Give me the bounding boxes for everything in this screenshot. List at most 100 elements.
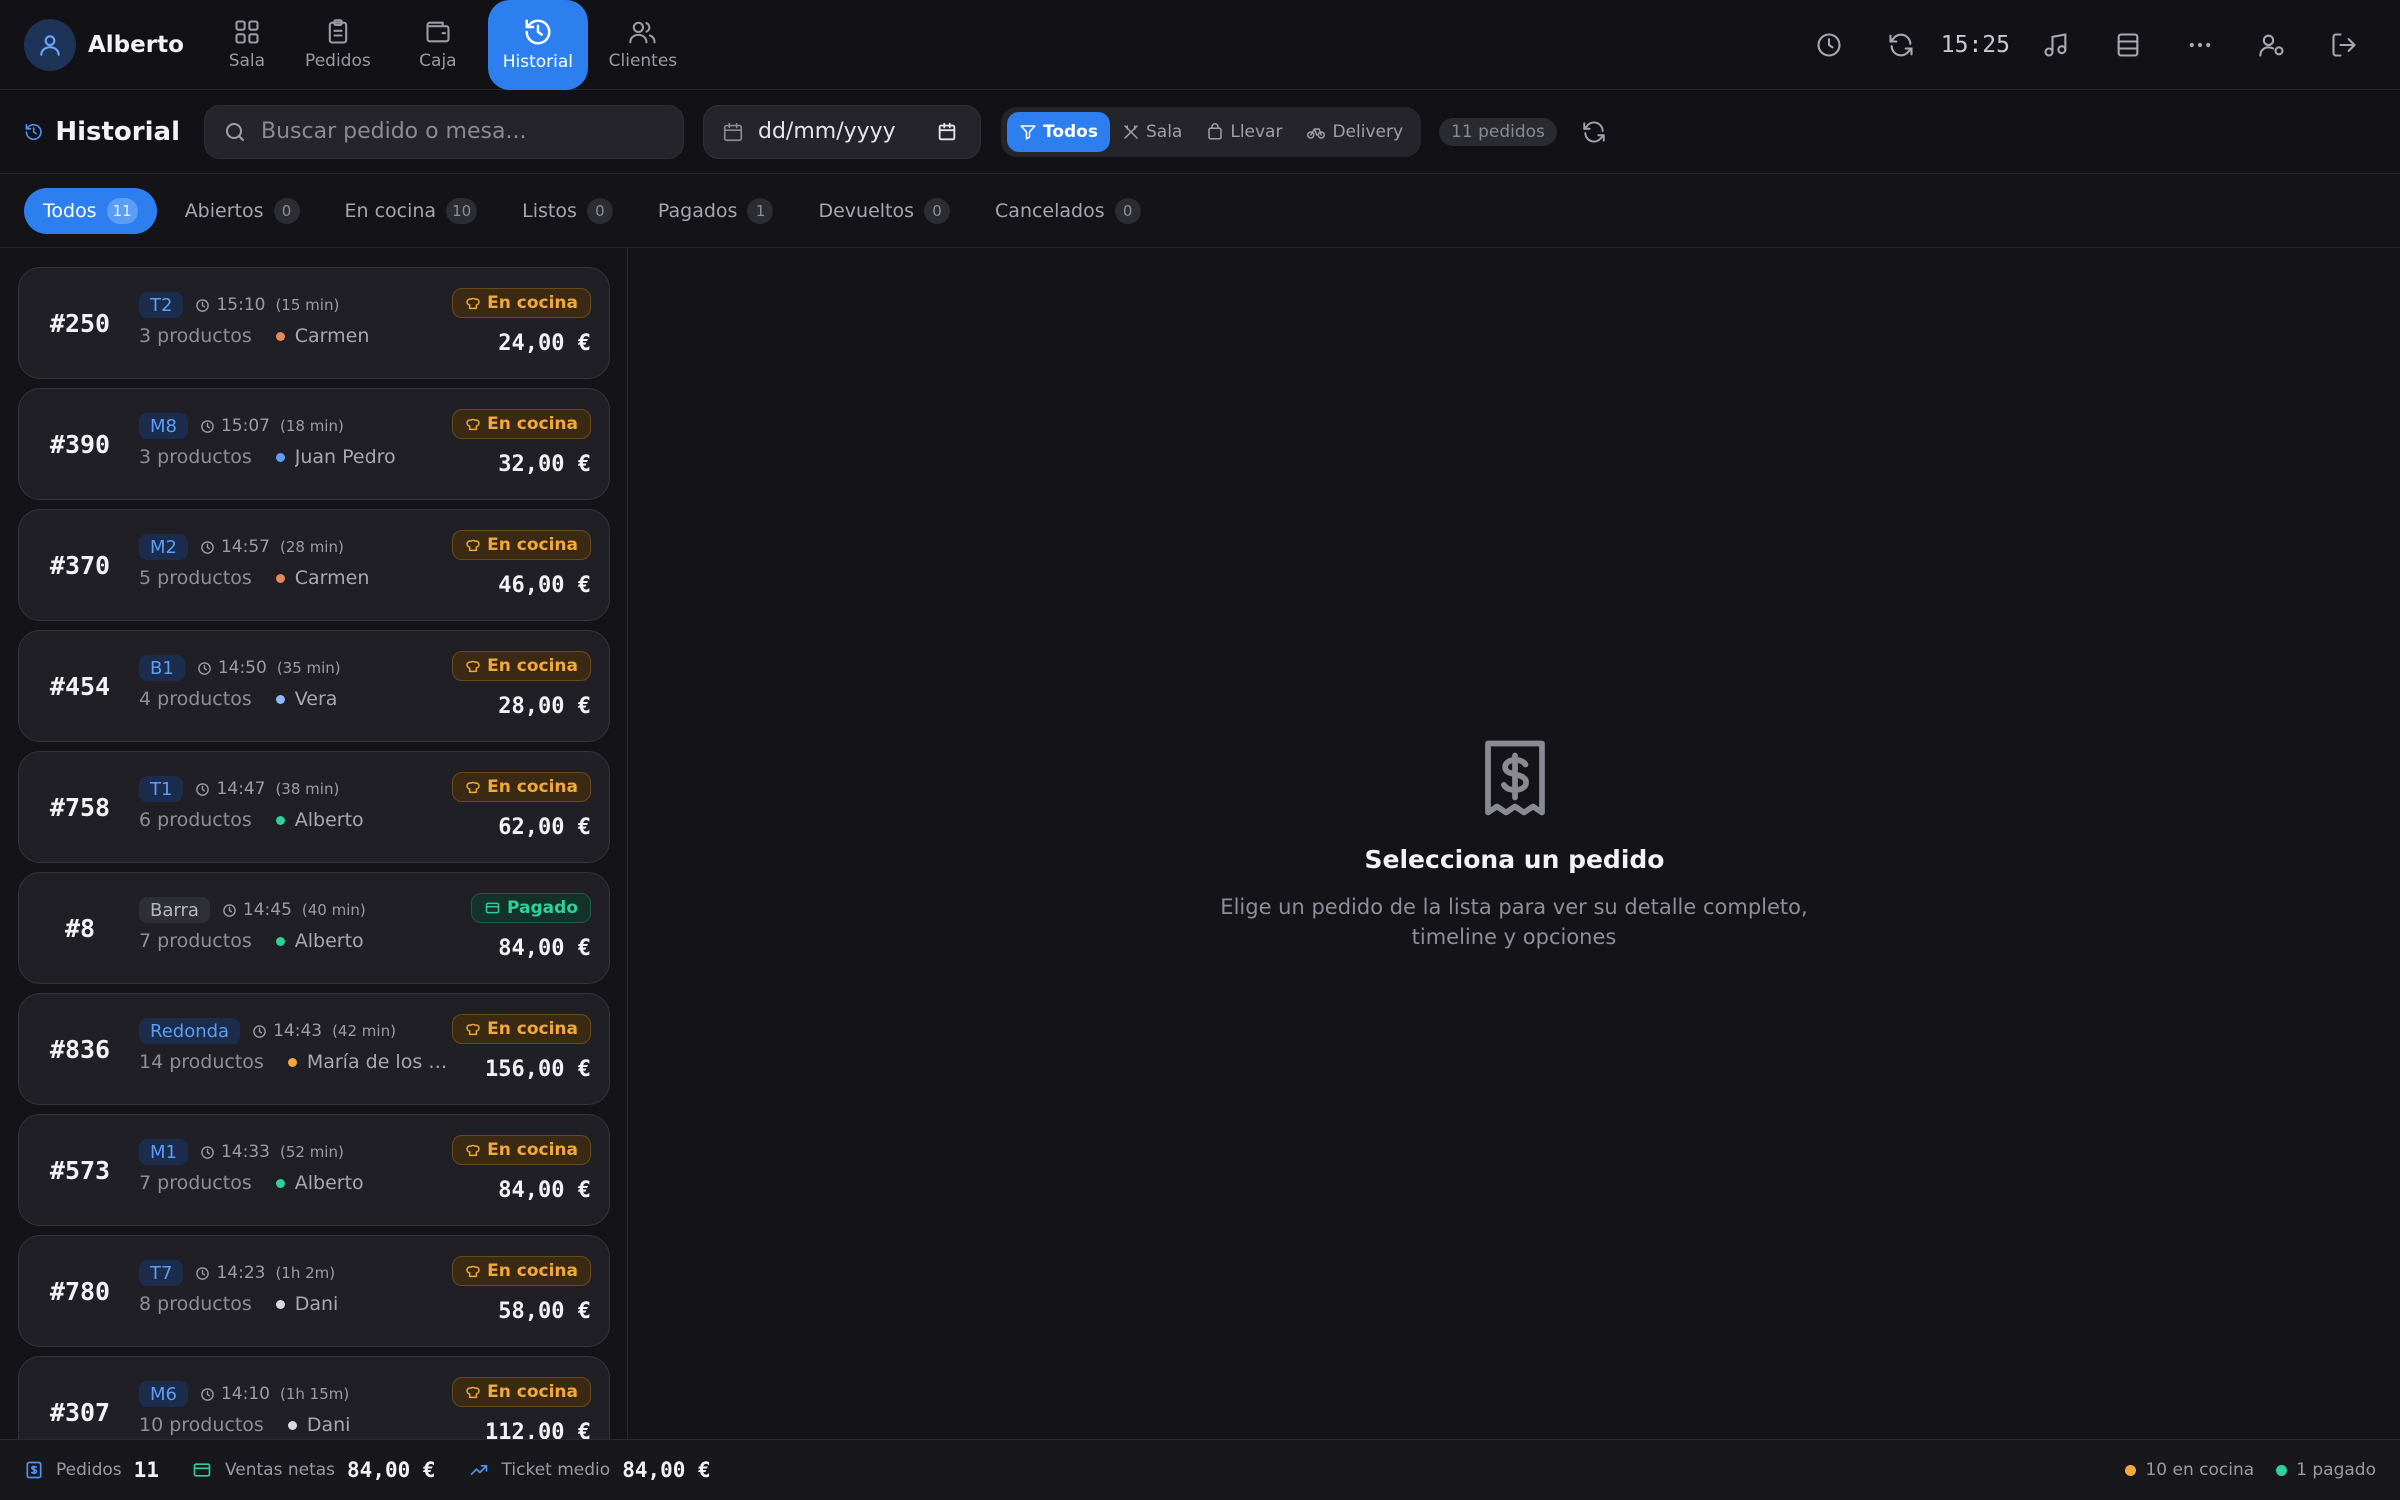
order-card[interactable]: #390 M8 15:07 (18 min) 3 productos Juan Pedro… [18, 388, 610, 500]
refresh-button[interactable] [1581, 119, 1607, 145]
music-button[interactable] [2020, 15, 2092, 75]
filter-icon [1020, 124, 1036, 139]
date-value[interactable]: dd/mm/yyyy [758, 119, 936, 144]
order-number: #250 [49, 308, 111, 338]
clock-icon [253, 1024, 266, 1038]
filter-llevar[interactable]: Llevar [1194, 112, 1294, 152]
chef-hat-icon [466, 1144, 480, 1157]
tab-listos[interactable]: Listos 0 [505, 188, 630, 234]
waiter-name: Dani [306, 1414, 351, 1436]
more-icon [2189, 42, 2211, 47]
tab-count: 1 [747, 197, 774, 224]
search-input[interactable] [261, 119, 661, 144]
history-icon [25, 123, 42, 140]
status-label: En cocina [487, 1382, 578, 1402]
order-card[interactable]: #370 M2 14:57 (28 min) 5 productos Carmen En c… [18, 509, 610, 621]
search-box[interactable] [204, 104, 684, 159]
net-sales-value: 84,00 € [347, 1458, 436, 1482]
date-picker[interactable]: dd/mm/yyyy [703, 104, 981, 159]
tab-todos[interactable]: Todos 11 [24, 187, 157, 234]
order-number: #8 [64, 913, 96, 943]
credit-card-icon [193, 1463, 211, 1477]
order-card[interactable]: #454 B1 14:50 (35 min) 4 productos Vera En coc… [18, 630, 610, 742]
order-card[interactable]: #836 Redonda 14:43 (42 min) 14 productos Marí… [18, 993, 610, 1105]
utensils-icon [1124, 124, 1138, 139]
summary-footer: Pedidos 11 Ventas netas 84,00 € Ticket m… [0, 1439, 2400, 1500]
status-badge: En cocina [452, 530, 591, 560]
order-amount: 62,00 € [498, 815, 591, 840]
calendar-picker-icon[interactable] [936, 121, 958, 143]
order-card[interactable]: #250 T2 15:10 (15 min) 3 productos Carmen En c… [18, 267, 610, 379]
order-card[interactable]: #573 M1 14:33 (52 min) 7 productos Alberto En … [18, 1114, 610, 1226]
refresh-icon [1583, 121, 1605, 142]
order-card[interactable]: #8 Barra 14:45 (40 min) 7 productos Alberto Pa… [18, 872, 610, 984]
product-count: 7 productos [139, 1172, 252, 1194]
tab-count: 0 [924, 197, 951, 224]
page-title: Historial [24, 117, 180, 147]
order-time: 15:07 (18 min) [200, 416, 344, 436]
order-amount: 58,00 € [498, 1299, 591, 1324]
empty-state: Selecciona un pedido Elige un pedido de … [629, 248, 2400, 1439]
logout-button[interactable] [2308, 15, 2380, 75]
tab-en-cocina[interactable]: En cocina 10 [328, 188, 495, 234]
tab-cancelados[interactable]: Cancelados 0 [978, 188, 1158, 234]
bag-icon [1208, 122, 1223, 139]
status-badge: En cocina [452, 1014, 591, 1044]
order-info: 3 productos Juan Pedro [139, 446, 396, 468]
clock-button[interactable] [1793, 15, 1865, 75]
order-info: 5 productos Carmen [139, 567, 369, 589]
orders-list[interactable]: #250 T2 15:10 (15 min) 3 productos Carmen En c… [0, 248, 628, 1439]
clock-icon [196, 298, 210, 312]
toolbar: Historial dd/mm/yyyy Todos Sala Llevar D… [0, 90, 2400, 174]
clock-icon [196, 1266, 210, 1280]
nav-sala[interactable]: Sala [206, 0, 288, 90]
user-settings-button[interactable] [2236, 15, 2308, 75]
order-number: #390 [49, 429, 111, 459]
nav-historial[interactable]: Historial [487, 0, 588, 90]
order-elapsed: (1h 15m) [279, 1385, 350, 1403]
net-sales-stat: Ventas netas 84,00 € [191, 1458, 436, 1482]
status-badge: Pagado [471, 893, 591, 923]
filter-todos[interactable]: Todos [1007, 111, 1110, 152]
list-box-icon [2117, 32, 2139, 57]
tab-pagados[interactable]: Pagados 1 [641, 188, 791, 234]
order-time-value: 14:23 [216, 1263, 266, 1283]
tab-abiertos[interactable]: Abiertos 0 [168, 188, 317, 234]
table-tag: T2 [139, 292, 184, 318]
tab-label: Pagados [657, 199, 738, 222]
order-card[interactable]: #307 M6 14:10 (1h 15m) 10 productos Dani En co… [18, 1356, 610, 1439]
product-count: 7 productos [139, 930, 252, 952]
sync-button[interactable] [1865, 15, 1937, 75]
avatar[interactable] [24, 18, 76, 71]
orders-stat-value: 11 [133, 1458, 159, 1482]
filter-delivery[interactable]: Delivery [1294, 112, 1415, 152]
legend-dot [2276, 1464, 2288, 1476]
nav-clientes[interactable]: Clientes [588, 0, 698, 90]
legend-label: 10 en cocina [2145, 1460, 2255, 1480]
product-count: 3 productos [139, 446, 252, 468]
empty-text: Elige un pedido de la lista para ver su … [1220, 895, 1808, 949]
nav-caja[interactable]: Caja [388, 0, 488, 90]
legend-paid: 1 pagado [2276, 1460, 2376, 1480]
order-number: #370 [49, 550, 111, 580]
more-button[interactable] [2164, 15, 2236, 75]
user-menu[interactable]: Alberto [24, 18, 184, 71]
logout-icon [2332, 32, 2356, 57]
order-time-value: 14:50 [217, 658, 267, 678]
order-card[interactable]: #780 T7 14:23 (1h 2m) 8 productos Dani En coci… [18, 1235, 610, 1347]
order-detail-panel: Selecciona un pedido Elige un pedido de … [629, 248, 2400, 1439]
nav-pedidos[interactable]: Pedidos [288, 0, 388, 90]
order-time: 14:23 (1h 2m) [195, 1263, 335, 1283]
nav-label: Caja [419, 51, 457, 71]
bike-icon [1307, 127, 1326, 139]
tab-devueltos[interactable]: Devueltos 0 [801, 188, 967, 234]
order-elapsed: (38 min) [275, 780, 340, 798]
filter-label: Todos [1043, 121, 1098, 142]
filter-sala[interactable]: Sala [1110, 112, 1194, 152]
waiter-dot [275, 1299, 285, 1309]
order-card[interactable]: #758 T1 14:47 (38 min) 6 productos Alberto En … [18, 751, 610, 863]
waiter-dot [275, 694, 285, 704]
table-tag: T7 [139, 1260, 184, 1286]
order-number: #454 [49, 671, 111, 701]
register-button[interactable] [2092, 15, 2164, 75]
